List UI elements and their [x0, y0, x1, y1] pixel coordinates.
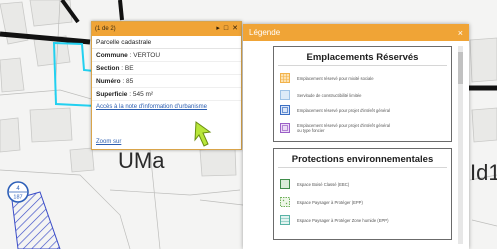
legend-item-label: Servitude de constructibilité limitée: [297, 92, 362, 98]
building: [69, 147, 95, 173]
legend-item-label: Emplacement réservé pour projet d'intérê…: [297, 107, 390, 113]
popup-counter: (1 de 2): [95, 26, 116, 32]
zone-boundary: [118, 0, 124, 21]
next-icon[interactable]: ▸: [216, 22, 220, 36]
close-icon[interactable]: ✕: [232, 22, 238, 36]
legend-item-label: Emplacement réservé pour mixité sociale: [297, 75, 374, 81]
legend-item-label: Espace Paysager à Protéger Zone humide (…: [297, 217, 389, 223]
field-value: 85: [125, 78, 134, 85]
plain-swatch-icon: [280, 90, 290, 100]
box-swatch-icon: [280, 123, 290, 133]
building: [0, 117, 21, 153]
building: [0, 57, 25, 93]
lines-swatch-icon: [280, 215, 290, 225]
zoom-to-link[interactable]: Zoom sur: [96, 139, 121, 145]
field-section: Section : BE: [92, 62, 241, 75]
zone-badge: 4 187: [7, 181, 29, 203]
field-value: 545 m²: [132, 91, 154, 98]
dots-swatch-icon: [280, 197, 290, 207]
popup-title: Parcelle cadastrale: [92, 36, 241, 49]
building: [29, 107, 73, 143]
legend-close-icon[interactable]: ×: [458, 28, 463, 38]
field-label: Numéro: [96, 78, 121, 85]
legend-item: Emplacement réservé pour projet d'intérê…: [280, 123, 392, 133]
parcel-popup: (1 de 2) ▸ □ ✕ Parcelle cadastrale Commu…: [91, 21, 242, 150]
building: [471, 107, 497, 143]
legend-item-label: Emplacement réservé pour projet d'intérê…: [297, 123, 390, 133]
legend-item: Espace Boisé Classé (EBC): [280, 179, 392, 189]
building: [199, 147, 237, 177]
section-title: Protections environnementales: [278, 149, 447, 168]
zone-label-id1: Id1: [470, 160, 497, 185]
section-title: Emplacements Réservés: [278, 47, 447, 66]
legend-item-label: Espace Paysager à Protéger (EPP): [297, 199, 363, 205]
scrollbar-thumb[interactable]: [458, 52, 463, 84]
field-label: Superficie: [96, 91, 128, 98]
field-label: Commune: [96, 52, 128, 59]
legend-header: Légende ×: [243, 24, 469, 41]
legend-item: Espace Paysager à Protéger Zone humide (…: [280, 215, 392, 225]
section-environment: Protections environnementales Espace Boi…: [273, 148, 452, 240]
popup-header: (1 de 2) ▸ □ ✕: [92, 22, 241, 36]
legend-title: Légende: [249, 28, 281, 37]
maximize-icon[interactable]: □: [224, 22, 228, 36]
field-commune: Commune : VERTOU: [92, 49, 241, 62]
field-value: VERTOU: [133, 52, 161, 59]
field-label: Section: [96, 65, 120, 72]
legend-scrollbar[interactable]: [458, 46, 463, 244]
field-numero: Numéro : 85: [92, 75, 241, 88]
section-reserved: Emplacements Réservés Emplacement réserv…: [273, 46, 452, 142]
legend-item: Emplacement réservé pour projet d'intérê…: [280, 105, 392, 115]
zone-label-uma: UMa: [118, 148, 165, 173]
badge-bottom: 187: [13, 195, 22, 201]
field-superficie: Superficie : 545 m²: [92, 88, 241, 101]
box-swatch-icon: [280, 105, 290, 115]
pointer-cursor-icon: [194, 121, 212, 147]
legend-item-label: Espace Boisé Classé (EBC): [297, 181, 350, 187]
grid-swatch-icon: [280, 73, 290, 83]
legend-item: Emplacement réservé pour mixité sociale: [280, 73, 392, 83]
urbanism-note-link[interactable]: Accès à la note d'information d'urbanism…: [92, 101, 241, 113]
legend-panel: Légende × Emplacements Réservés Emplacem…: [243, 24, 469, 249]
legend-item: Servitude de constructibilité limitée: [280, 90, 392, 100]
field-value: BE: [124, 65, 134, 72]
building: [469, 37, 497, 83]
legend-item: Espace Paysager à Protéger (EPP): [280, 197, 392, 207]
plain-swatch-icon: [280, 179, 290, 189]
